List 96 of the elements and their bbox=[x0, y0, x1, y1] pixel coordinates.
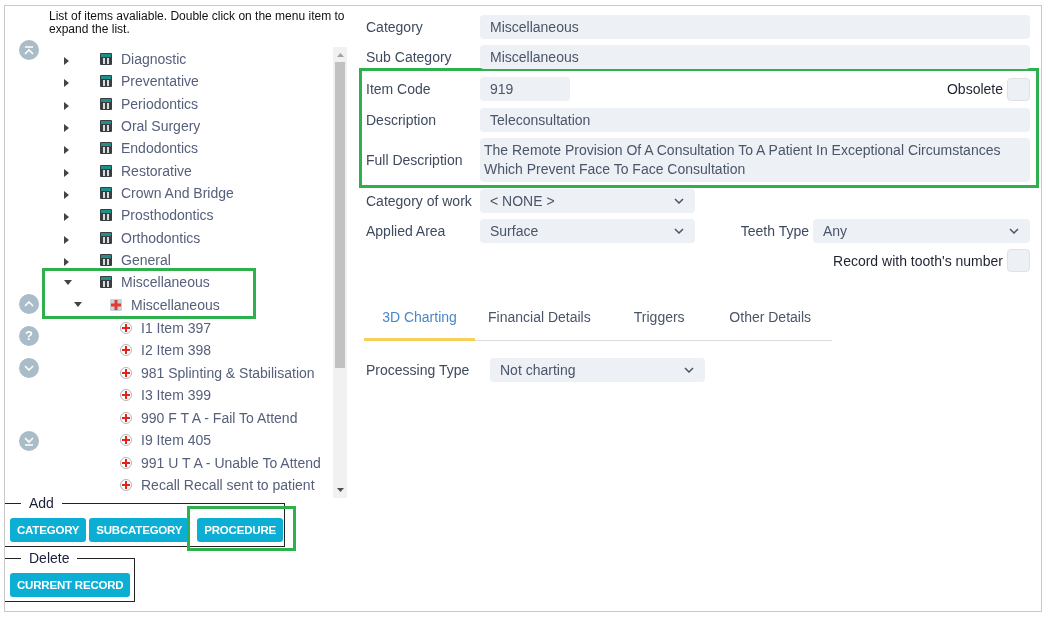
tree-item[interactable]: Orthodontics bbox=[121, 229, 201, 246]
tree-item[interactable]: Miscellaneous bbox=[121, 274, 210, 291]
tree-item[interactable]: Recall Recall sent to patient bbox=[141, 477, 315, 493]
tree-item[interactable]: I2 Item 398 bbox=[141, 342, 212, 358]
caret-right-icon[interactable] bbox=[64, 79, 69, 88]
columns-icon bbox=[100, 120, 112, 133]
scroll-to-top-icon bbox=[24, 45, 34, 55]
caret-right-icon[interactable] bbox=[64, 101, 69, 110]
tree-item[interactable]: 981 Splinting & Stabilisation bbox=[141, 364, 315, 381]
columns-icon bbox=[100, 253, 112, 266]
dropdown-value: Any bbox=[823, 223, 848, 239]
columns-icon bbox=[100, 186, 112, 199]
tree-item[interactable]: I1 Item 397 bbox=[141, 319, 212, 336]
field-label: Category bbox=[366, 19, 424, 35]
tree-item[interactable]: Endodontics bbox=[121, 140, 199, 157]
tree-item[interactable]: General bbox=[121, 251, 171, 268]
cross-circle-icon bbox=[120, 344, 132, 356]
tree-item[interactable]: 990 F T A - Fail To Attend bbox=[141, 409, 298, 426]
field-label: Processing Type bbox=[366, 362, 471, 378]
caret-right-icon[interactable] bbox=[64, 235, 69, 244]
field-label: Applied Area bbox=[366, 223, 447, 239]
chevron-down-icon bbox=[674, 198, 684, 204]
field-label: Category of work bbox=[366, 193, 473, 209]
columns-icon bbox=[100, 276, 112, 289]
dropdown-value: < NONE > bbox=[490, 193, 555, 209]
input-field[interactable]: 919 bbox=[480, 77, 570, 101]
dropdown-value: Surface bbox=[490, 223, 539, 239]
columns-icon bbox=[100, 53, 112, 66]
caret-right-icon[interactable] bbox=[64, 124, 69, 133]
cross-circle-icon bbox=[120, 434, 132, 446]
caret-down-icon[interactable] bbox=[64, 279, 72, 285]
tree-item[interactable]: 991 U T A - Unable To Attend bbox=[141, 454, 321, 471]
cross-circle-icon bbox=[120, 389, 132, 401]
columns-icon bbox=[100, 97, 112, 110]
tree-item[interactable]: Oral Surgery bbox=[121, 118, 201, 135]
input-field[interactable]: Teleconsultation bbox=[480, 108, 1030, 132]
input-field[interactable]: Miscellaneous bbox=[480, 15, 1030, 39]
columns-icon bbox=[100, 75, 112, 88]
group-legend: Delete bbox=[21, 550, 78, 566]
scrollbar-thumb[interactable] bbox=[335, 62, 345, 368]
tree-item[interactable]: Diagnostic bbox=[121, 51, 187, 68]
caret-right-icon[interactable] bbox=[64, 213, 69, 222]
field-label: Full Description bbox=[366, 152, 464, 168]
dropdown-value: Not charting bbox=[500, 362, 576, 378]
columns-icon bbox=[100, 164, 112, 177]
cross-circle-icon bbox=[120, 411, 132, 424]
checkbox[interactable] bbox=[1007, 77, 1030, 101]
caret-right-icon[interactable] bbox=[64, 146, 69, 155]
scrollbar[interactable] bbox=[333, 47, 347, 498]
caret-right-icon[interactable] bbox=[64, 257, 69, 266]
checkbox-label: Record with tooth's number bbox=[833, 252, 1003, 269]
caret-right-icon[interactable] bbox=[64, 168, 69, 177]
tab[interactable]: Triggers bbox=[603, 298, 715, 341]
dropdown[interactable]: < NONE > bbox=[480, 189, 695, 213]
columns-icon bbox=[100, 231, 112, 244]
checkbox[interactable] bbox=[1007, 249, 1030, 272]
caret-right-icon[interactable] bbox=[64, 57, 69, 66]
dropdown[interactable]: Not charting bbox=[490, 358, 705, 382]
tree-item[interactable]: Crown And Bridge bbox=[121, 184, 234, 201]
tree-item[interactable]: I9 Item 405 bbox=[141, 432, 212, 448]
columns-icon bbox=[100, 209, 112, 222]
cross-circle-icon bbox=[120, 479, 132, 491]
field-label: Description bbox=[366, 112, 438, 128]
field-label: Item Code bbox=[366, 81, 432, 97]
input-field[interactable]: Miscellaneous bbox=[480, 45, 1030, 69]
field-label: Sub Category bbox=[366, 49, 453, 65]
instruction-text: List of items avaliable. Double click on the menu item to expand the list. bbox=[49, 10, 346, 36]
caret-down-icon[interactable] bbox=[74, 302, 82, 308]
cross-tile-icon bbox=[110, 298, 122, 311]
columns-icon bbox=[100, 142, 112, 155]
tree-item[interactable]: Restorative bbox=[121, 162, 192, 179]
cross-circle-icon bbox=[120, 321, 132, 334]
tab[interactable]: Other Details bbox=[714, 298, 826, 341]
chevron-down-icon bbox=[1009, 228, 1019, 234]
tree-item[interactable]: Prosthodontics bbox=[121, 207, 214, 224]
tree-item[interactable]: Periodontics bbox=[121, 95, 199, 112]
scroll-down-arrow-icon[interactable] bbox=[336, 488, 344, 492]
chevron-down-icon bbox=[674, 228, 684, 234]
tab[interactable]: Financial Details bbox=[475, 298, 604, 341]
text-area[interactable]: The Remote Provision Of A Consultation To A Patient In Exceptional Circumstances Which Prevent Face To Face Consultation bbox=[480, 138, 1030, 182]
tree-item[interactable]: Miscellaneous bbox=[131, 296, 220, 313]
tab[interactable]: 3D Charting bbox=[364, 298, 475, 341]
group-legend: Add bbox=[21, 495, 62, 511]
scroll-to-bottom-icon bbox=[24, 436, 34, 446]
chevron-down-icon bbox=[684, 367, 694, 373]
caret-right-icon[interactable] bbox=[64, 190, 69, 199]
dropdown[interactable]: Any bbox=[813, 219, 1030, 243]
field-label: Teeth Type bbox=[740, 223, 809, 239]
cross-circle-icon bbox=[120, 456, 132, 469]
tree-item[interactable]: Preventative bbox=[121, 73, 199, 90]
chevron-down-icon bbox=[24, 365, 34, 371]
chevron-up-icon bbox=[24, 301, 34, 307]
dropdown[interactable]: Surface bbox=[480, 219, 695, 243]
tree-item[interactable]: I3 Item 399 bbox=[141, 387, 212, 403]
cross-circle-icon bbox=[120, 366, 132, 379]
checkbox-label: Obsolete bbox=[946, 81, 1003, 97]
